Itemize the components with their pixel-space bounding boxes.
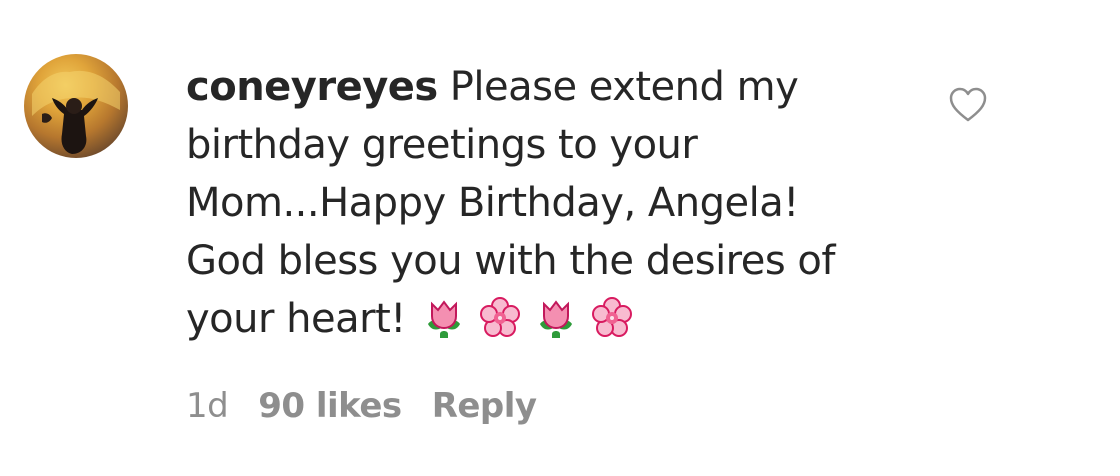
comment-body: coneyreyes Please extend my birthday gree… — [186, 58, 886, 348]
comment-line-3: Mom...Happy Birthday, Angela! — [186, 174, 886, 232]
comment-text-2: birthday greetings to your — [186, 122, 698, 168]
comment-text-3: Mom...Happy Birthday, Angela! — [186, 180, 799, 226]
tulip-icon — [539, 300, 572, 338]
reply-button[interactable]: Reply — [432, 386, 537, 426]
comment-line-5: your heart! — [186, 290, 886, 348]
comment: coneyreyes Please extend my birthday gree… — [0, 0, 1120, 476]
comment-meta: 1d 90 likes Reply — [186, 386, 537, 426]
avatar[interactable] — [24, 54, 128, 158]
comment-line-2: birthday greetings to your — [186, 116, 886, 174]
avatar-image — [32, 70, 120, 154]
comment-text-4: God bless you with the desires of — [186, 238, 835, 284]
comment-text-1: Please extend my — [449, 64, 799, 110]
cherry-blossom-icon — [479, 297, 520, 337]
comment-text-5: your heart! — [186, 296, 406, 342]
username-link[interactable]: coneyreyes — [186, 64, 438, 110]
emoji-group — [406, 296, 646, 342]
likes-count[interactable]: 90 likes — [258, 386, 402, 426]
cherry-blossom-icon — [591, 297, 632, 337]
heart-outline-icon[interactable] — [948, 86, 988, 124]
comment-line-1: coneyreyes Please extend my — [186, 58, 886, 116]
comment-line-4: God bless you with the desires of — [186, 232, 886, 290]
timestamp[interactable]: 1d — [186, 386, 229, 426]
tulip-icon — [427, 300, 460, 338]
